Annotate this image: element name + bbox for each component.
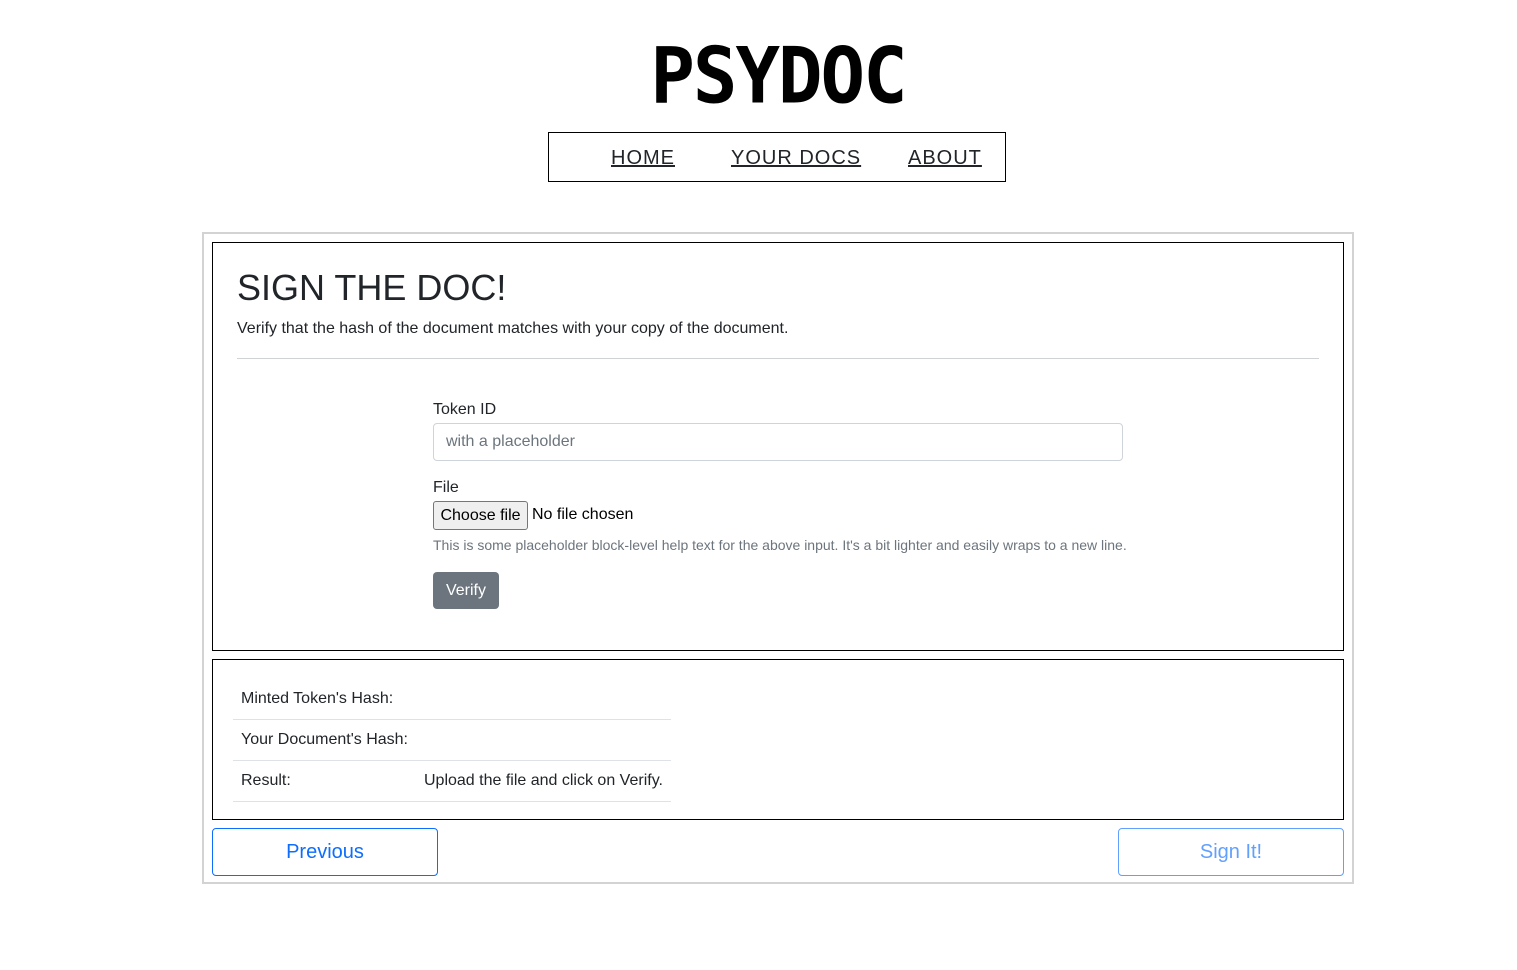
nav-about-link[interactable]: ABOUT bbox=[908, 147, 982, 170]
table-row: Minted Token's Hash: bbox=[233, 679, 671, 720]
nav-home-link[interactable]: HOME bbox=[611, 147, 675, 170]
page-title: SIGN THE DOC! bbox=[237, 267, 507, 308]
table-row: Your Document's Hash: bbox=[233, 719, 671, 761]
minted-hash-value bbox=[416, 679, 671, 720]
file-label: File bbox=[433, 479, 459, 496]
table-row: Result: Upload the file and click on Ver… bbox=[233, 760, 671, 802]
verify-button[interactable]: Verify bbox=[433, 572, 499, 609]
choose-file-button[interactable]: Choose file bbox=[433, 501, 528, 530]
page-description: Verify that the hash of the document mat… bbox=[237, 320, 789, 337]
result-label: Result: bbox=[233, 760, 416, 802]
file-status: No file chosen bbox=[532, 506, 634, 523]
file-help-text: This is some placeholder block-level hel… bbox=[433, 537, 1127, 553]
psydoc-logo: PSYDOC bbox=[650, 30, 907, 122]
minted-hash-label: Minted Token's Hash: bbox=[233, 679, 416, 720]
results-table: Minted Token's Hash: Your Document's Has… bbox=[233, 679, 671, 802]
document-hash-value bbox=[416, 719, 671, 761]
token-id-input[interactable] bbox=[433, 423, 1123, 461]
token-id-label: Token ID bbox=[433, 401, 497, 418]
result-value: Upload the file and click on Verify. bbox=[416, 760, 671, 802]
previous-button[interactable]: Previous bbox=[212, 828, 438, 876]
main-nav: HOME YOUR DOCS ABOUT bbox=[548, 132, 1006, 182]
document-hash-label: Your Document's Hash: bbox=[233, 719, 416, 761]
nav-your-docs-link[interactable]: YOUR DOCS bbox=[731, 147, 861, 170]
divider bbox=[237, 358, 1319, 359]
sign-it-button[interactable]: Sign It! bbox=[1118, 828, 1344, 876]
